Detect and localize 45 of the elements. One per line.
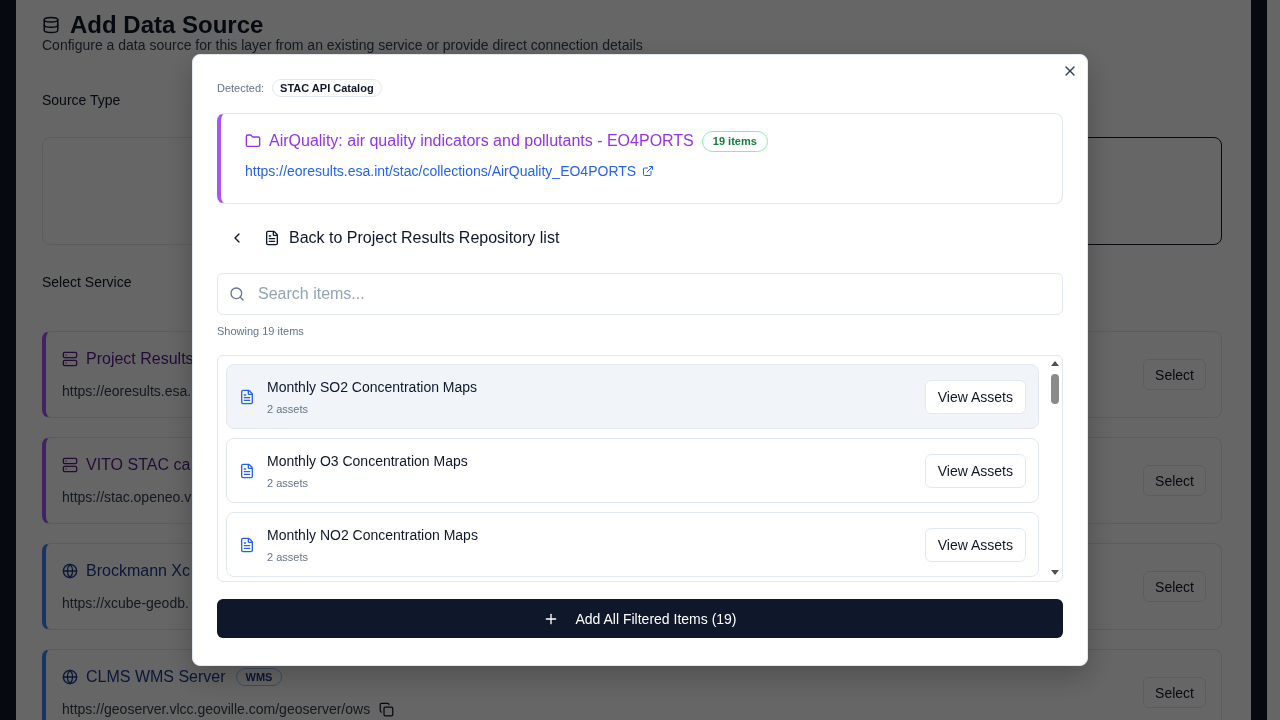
item-title: Monthly O3 Concentration Maps xyxy=(267,451,468,470)
service-url: https://eoresults.esa. xyxy=(62,382,192,401)
document-icon xyxy=(239,536,255,553)
collection-title: AirQuality: air quality indicators and pollutants - EO4PORTS xyxy=(269,131,694,151)
detected-label: Detected: xyxy=(217,81,265,95)
document-icon xyxy=(239,462,255,479)
item-row[interactable]: Monthly NO2 Concentration Maps 2 assets View Assets xyxy=(226,512,1039,577)
server-icon xyxy=(62,457,78,473)
search-field[interactable]: Search items... xyxy=(217,273,1063,315)
item-title: Monthly SO2 Concentration Maps xyxy=(267,377,478,396)
search-icon xyxy=(229,286,245,302)
service-title: Project Results xyxy=(86,349,194,369)
service-url: https://xcube-geodb. xyxy=(62,594,189,613)
section-label: Source Type xyxy=(42,92,121,108)
view-assets-button[interactable]: View Assets xyxy=(924,453,1026,488)
service-url: https://geoserver.vlcc.geoville.com/geoserver/ows xyxy=(62,700,371,719)
asset-count: 2 assets xyxy=(267,401,308,416)
breadcrumb-title: Back to Project Results Repository list xyxy=(289,228,560,248)
service-title: Brockmann Xc xyxy=(86,561,191,581)
asset-count: 2 assets xyxy=(267,475,308,490)
service-url: https://stac.openeo.v xyxy=(62,488,192,507)
globe-icon xyxy=(62,669,78,685)
document-icon xyxy=(264,230,280,246)
collection-link[interactable]: https://eoresults.esa.int/stac/collections/AirQuality_EO4PORTS xyxy=(245,161,655,181)
item-count-badge: 19 items xyxy=(701,130,768,152)
page-subtitle: Configure a data source for this layer from an existing service or provide direct connection details xyxy=(42,38,643,52)
folder-icon xyxy=(245,133,261,149)
result-count: Showing 19 items xyxy=(217,324,304,338)
item-title: Monthly NO2 Concentration Maps xyxy=(267,525,478,544)
server-icon xyxy=(62,351,78,367)
page-title: Add Data Source xyxy=(70,12,264,38)
database-icon xyxy=(42,16,60,34)
document-icon xyxy=(239,388,255,405)
item-row[interactable]: Monthly SO2 Concentration Maps 2 assets View Assets xyxy=(226,364,1039,429)
view-assets-button[interactable]: View Assets xyxy=(924,527,1026,562)
add-all-button[interactable]: Add All Filtered Items (19) xyxy=(217,599,1063,638)
item-row[interactable]: Monthly O3 Concentration Maps 2 assets View Assets xyxy=(226,438,1039,503)
service-title: VITO STAC ca xyxy=(86,455,191,475)
section-label: Select Service xyxy=(42,274,132,290)
globe-icon xyxy=(62,563,78,579)
view-assets-button[interactable]: View Assets xyxy=(924,379,1026,414)
asset-count: 2 assets xyxy=(267,549,308,564)
service-title: CLMS WMS Server xyxy=(86,667,226,687)
external-link-icon xyxy=(642,165,655,177)
copy-icon[interactable] xyxy=(379,701,395,717)
